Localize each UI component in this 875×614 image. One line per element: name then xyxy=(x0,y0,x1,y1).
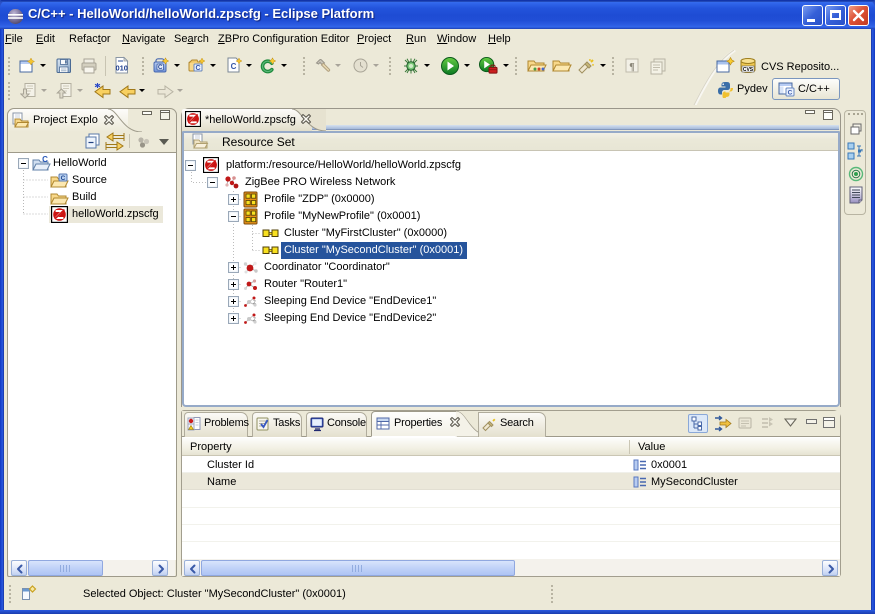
svg-text:010: 010 xyxy=(115,64,128,73)
svg-text:C: C xyxy=(42,155,48,164)
svg-text:z: z xyxy=(253,317,256,323)
svg-text:z: z xyxy=(253,300,256,306)
svg-text:¶: ¶ xyxy=(629,62,634,73)
svg-text:CVS: CVS xyxy=(743,67,754,73)
svg-text:C: C xyxy=(158,64,163,71)
svg-text:C: C xyxy=(788,90,793,97)
svg-text:C: C xyxy=(195,65,200,72)
svg-text:C: C xyxy=(61,175,66,182)
svg-text:C: C xyxy=(231,62,237,71)
